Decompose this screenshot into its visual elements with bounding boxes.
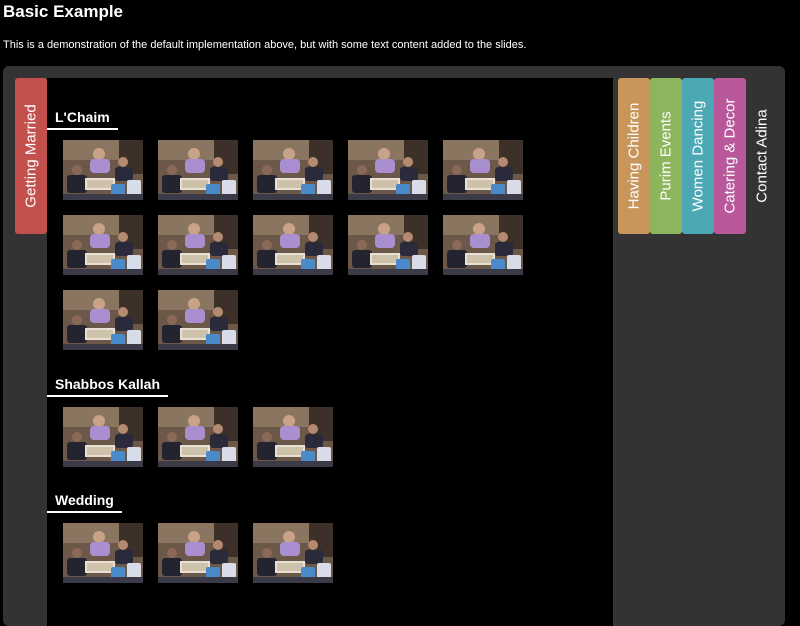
photo-thumbnail[interactable]	[63, 290, 143, 350]
tab-label: Catering & Decor	[721, 98, 739, 214]
thumbnail-grid-lchaim	[63, 140, 523, 350]
photo-thumbnail[interactable]	[253, 140, 333, 200]
tab-purim-events[interactable]: Purim Events	[650, 78, 682, 234]
photo-thumbnail[interactable]	[63, 407, 143, 467]
page-description: This is a demonstration of the default i…	[3, 39, 527, 51]
thumbnail-grid-wedding	[63, 523, 523, 583]
tab-contact-adina[interactable]: Contact Adina	[746, 78, 778, 234]
accordion-slider: Getting Married L'Chaim Shabbos Kallah W…	[3, 66, 785, 626]
section-title-wedding: Wedding	[47, 489, 122, 513]
photo-thumbnail[interactable]	[443, 215, 523, 275]
tab-label: Getting Married	[22, 104, 40, 208]
photo-thumbnail[interactable]	[158, 407, 238, 467]
tab-label: Women Dancing	[689, 100, 707, 212]
thumbnail-grid-shabbos-kallah	[63, 407, 523, 467]
photo-thumbnail[interactable]	[63, 215, 143, 275]
tab-getting-married[interactable]: Getting Married	[15, 78, 47, 234]
photo-thumbnail[interactable]	[158, 215, 238, 275]
photo-thumbnail[interactable]	[348, 140, 428, 200]
photo-thumbnail[interactable]	[63, 140, 143, 200]
photo-thumbnail[interactable]	[253, 215, 333, 275]
tab-label: Purim Events	[657, 111, 675, 201]
photo-thumbnail[interactable]	[348, 215, 428, 275]
tab-having-children[interactable]: Having Children	[618, 78, 650, 234]
tab-label: Having Children	[625, 102, 643, 210]
slide-content-panel: L'Chaim Shabbos Kallah Wedding	[47, 78, 613, 626]
photo-thumbnail[interactable]	[158, 140, 238, 200]
section-title-shabbos-kallah: Shabbos Kallah	[47, 373, 169, 397]
page-title: Basic Example	[3, 2, 124, 21]
section-title-lchaim: L'Chaim	[47, 106, 118, 130]
photo-thumbnail[interactable]	[158, 523, 238, 583]
photo-thumbnail[interactable]	[443, 140, 523, 200]
tab-women-dancing[interactable]: Women Dancing	[682, 78, 714, 234]
photo-thumbnail[interactable]	[253, 523, 333, 583]
photo-thumbnail[interactable]	[253, 407, 333, 467]
tab-catering-decor[interactable]: Catering & Decor	[714, 78, 746, 234]
photo-thumbnail[interactable]	[158, 290, 238, 350]
photo-thumbnail[interactable]	[63, 523, 143, 583]
tab-label: Contact Adina	[753, 109, 771, 203]
